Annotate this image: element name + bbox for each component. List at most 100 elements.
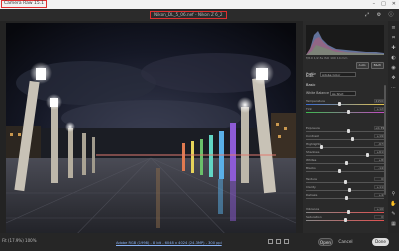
slider-saturation[interactable]: Saturation 0	[306, 215, 384, 224]
slider-value-field[interactable]: +61	[374, 150, 384, 154]
info-icon[interactable]: ⓘ	[388, 12, 394, 18]
slider-value-field[interactable]: +8	[374, 158, 384, 162]
slider-knob[interactable]	[348, 188, 351, 192]
bw-button[interactable]: B&W	[370, 62, 384, 69]
histogram-graph	[306, 31, 384, 55]
zoom-icon[interactable]: ⚲	[390, 191, 397, 198]
slider-value-field[interactable]: +11	[374, 185, 384, 189]
slider-knob[interactable]	[347, 110, 351, 114]
slider-label: Texture	[306, 177, 317, 181]
slider-label: Tint	[306, 107, 312, 111]
slider-tint[interactable]: Tint +12	[306, 107, 384, 116]
profile-row: Profile Adobe Color	[306, 72, 384, 77]
before-after-icon[interactable]	[276, 239, 281, 244]
slider-value-field[interactable]: +10	[374, 207, 384, 211]
slider-value-field[interactable]: -67	[374, 142, 384, 146]
status-bar: Fit (17.9%) 100% Adobe RGB (1998) - 8 bi…	[0, 233, 399, 251]
slider-knob[interactable]	[343, 218, 347, 222]
slider-track[interactable]	[306, 131, 384, 132]
image-canvas[interactable]	[0, 21, 303, 251]
workflow-options-link[interactable]: Adobe RGB (1998) - 8 bit - 6048 x 4024 (…	[116, 241, 222, 245]
histogram	[306, 25, 384, 55]
redeye-icon[interactable]: ◉	[390, 65, 397, 72]
done-button[interactable]: Done	[372, 238, 389, 246]
wb-label: White Balance	[306, 91, 329, 95]
exif-info: f/8.0 1/2.5s ISO 100 14 mm	[306, 56, 348, 60]
slider-label: Temperature	[306, 99, 326, 103]
close-icon[interactable]: ✕	[392, 1, 396, 7]
swap-icon[interactable]	[284, 239, 289, 244]
slider-label: Highlights	[306, 142, 322, 146]
cancel-button[interactable]: Cancel	[338, 238, 353, 246]
slider-knob[interactable]	[347, 129, 351, 133]
slider-track[interactable]	[306, 171, 384, 172]
photo-preview[interactable]	[6, 23, 296, 245]
slider-knob[interactable]	[319, 145, 323, 149]
slider-knob[interactable]	[343, 180, 347, 184]
slider-knob[interactable]	[338, 169, 342, 173]
slider-dehaze[interactable]: Dehaze +4	[306, 193, 384, 202]
gear-icon[interactable]: ⚙	[376, 12, 382, 18]
slider-knob[interactable]	[337, 102, 341, 106]
window-controls: – □ ✕	[373, 1, 396, 7]
panel-scrollbar[interactable]	[384, 85, 386, 195]
slider-label: Saturation	[306, 215, 322, 219]
slider-blacks[interactable]: Blacks -14	[306, 166, 384, 175]
slider-track[interactable]	[306, 212, 384, 213]
window-title-bar: Camera Raw 15.1 – □ ✕	[0, 0, 399, 9]
file-title: Nikon_DL_5_06.nef - Nikon Z 6_2	[150, 11, 227, 19]
presets-icon[interactable]: ❖	[390, 75, 397, 82]
maximize-icon[interactable]: □	[381, 1, 386, 7]
slider-value-field[interactable]: 0	[374, 177, 384, 181]
more-icon[interactable]: ⋯	[390, 85, 397, 92]
profile-label: Profile	[306, 72, 316, 76]
header-bar: Nikon_DL_5_06.nef - Nikon Z 6_2 ⤢ ⚙ ⓘ	[0, 9, 399, 21]
slider-knob[interactable]	[345, 196, 348, 200]
slider-label: Dehaze	[306, 193, 318, 197]
slider-knob[interactable]	[345, 161, 348, 165]
profile-select[interactable]: Adobe Color	[320, 72, 356, 77]
night-square-photo	[6, 23, 296, 245]
edit-icon[interactable]: ≡	[390, 25, 397, 32]
minimize-icon[interactable]: –	[373, 1, 376, 7]
auto-button[interactable]: Auto	[355, 62, 369, 69]
single-view-icon[interactable]	[268, 239, 273, 244]
basic-section-title[interactable]: Basic	[306, 83, 316, 87]
open-button[interactable]: Open	[318, 238, 333, 246]
slider-label: Exposure	[306, 126, 320, 130]
slider-track[interactable]	[306, 139, 384, 140]
heal-icon[interactable]: ✚	[390, 45, 397, 52]
slider-value-field[interactable]: +19	[374, 134, 384, 138]
slider-value-field[interactable]: 4150	[374, 99, 384, 103]
tool-strip: ≡ ⌗ ✚ ◐ ◉ ❖ ⋯ ⚲ ✋ ✎ ▦	[388, 21, 399, 233]
slider-value-field[interactable]: +4	[374, 193, 384, 197]
slider-value-field[interactable]: +0.35	[374, 126, 384, 130]
slider-knob[interactable]	[351, 137, 354, 141]
slider-label: Contrast	[306, 134, 319, 138]
white-balance-row: White Balance As Shot	[306, 91, 384, 96]
mask-icon[interactable]: ◐	[390, 55, 397, 62]
slider-label: Shadows	[306, 150, 320, 154]
slider-value-field[interactable]: +12	[374, 107, 384, 111]
grid-icon[interactable]: ▦	[390, 221, 397, 228]
slider-track[interactable]	[306, 104, 384, 105]
slider-label: Whites	[306, 158, 317, 162]
sampler-icon[interactable]: ✎	[390, 211, 397, 218]
wb-select[interactable]: As Shot	[330, 91, 356, 96]
slider-track[interactable]	[306, 155, 384, 156]
slider-value-field[interactable]: -14	[374, 166, 384, 170]
slider-value-field[interactable]: 0	[374, 215, 384, 219]
slider-knob[interactable]	[366, 153, 369, 157]
hand-icon[interactable]: ✋	[390, 201, 397, 208]
fullscreen-icon[interactable]: ⤢	[364, 12, 370, 18]
slider-track[interactable]	[306, 112, 384, 113]
view-options	[268, 239, 289, 244]
slider-label: Clarity	[306, 185, 316, 189]
slider-track[interactable]	[306, 147, 384, 148]
zoom-level[interactable]: Fit (17.9%) 100%	[2, 238, 37, 243]
slider-track[interactable]	[306, 190, 384, 191]
crop-icon[interactable]: ⌗	[390, 35, 397, 42]
slider-label: Blacks	[306, 166, 316, 170]
slider-knob[interactable]	[347, 210, 351, 214]
slider-label: Vibrance	[306, 207, 320, 211]
